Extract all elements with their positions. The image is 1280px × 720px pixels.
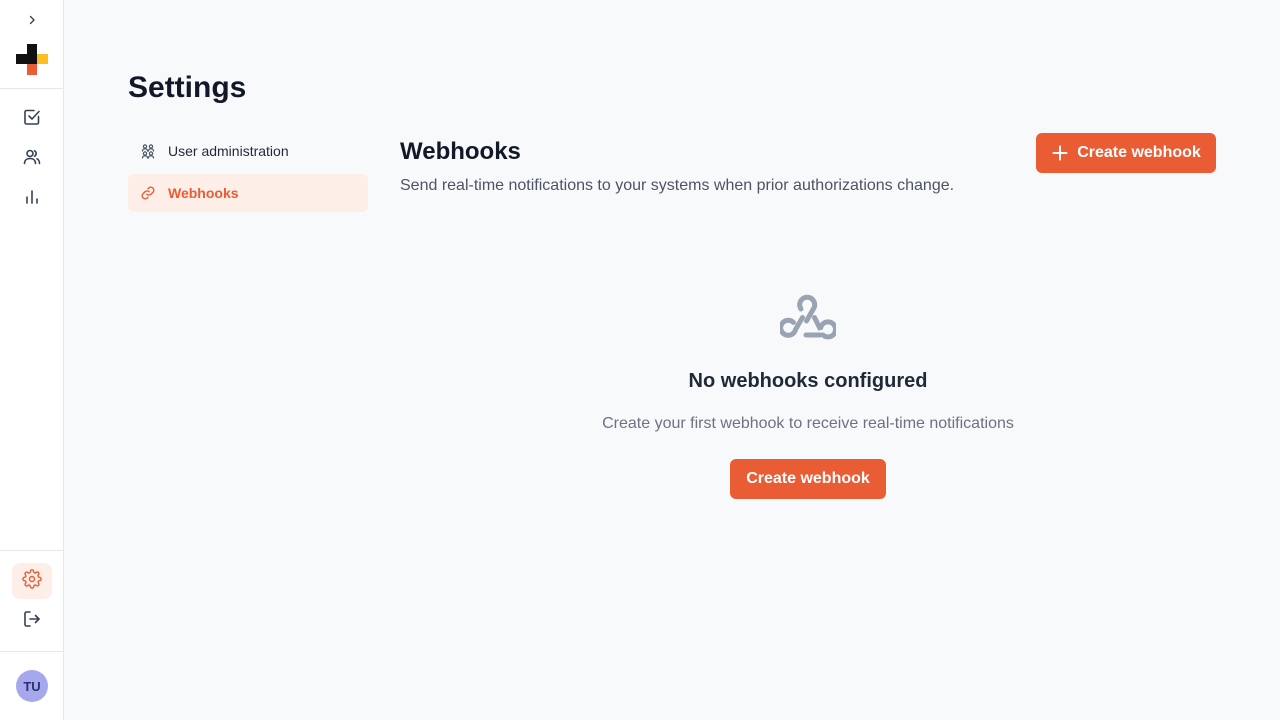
logout-icon xyxy=(22,609,42,634)
empty-state-button-label: Create webhook xyxy=(746,470,870,487)
chevron-right-icon[interactable] xyxy=(20,8,44,32)
webhook-icon xyxy=(778,289,838,345)
sidebar-item-logout[interactable] xyxy=(12,603,52,639)
sidebar-item-settings[interactable] xyxy=(12,563,52,599)
avatar[interactable]: TU xyxy=(16,670,48,702)
page-title: Settings xyxy=(128,71,247,104)
sidebar-divider xyxy=(0,550,64,551)
empty-state-create-webhook-button[interactable]: Create webhook xyxy=(730,459,886,499)
checkbox-icon xyxy=(22,107,42,132)
section-description: Send real-time notifications to your sys… xyxy=(400,177,955,194)
settings-nav-webhooks[interactable]: Webhooks xyxy=(128,174,368,212)
plus-icon xyxy=(1051,144,1069,162)
create-webhook-button[interactable]: Create webhook xyxy=(1036,133,1216,173)
link-icon xyxy=(140,185,156,201)
user-group-icon xyxy=(140,143,156,159)
settings-nav-label: User administration xyxy=(168,143,289,159)
settings-nav-label: Webhooks xyxy=(168,185,239,201)
sidebar-divider xyxy=(0,88,64,89)
sidebar-divider xyxy=(0,651,64,652)
bar-chart-icon xyxy=(22,187,42,212)
sidebar-item-analytics[interactable] xyxy=(12,181,52,217)
empty-state-title: No webhooks configured xyxy=(688,370,928,392)
gear-icon xyxy=(22,568,42,594)
sidebar-item-users[interactable] xyxy=(12,141,52,177)
empty-state-description: Create your first webhook to receive rea… xyxy=(602,415,1014,432)
avatar-initials: TU xyxy=(23,678,41,694)
sidebar-item-tasks[interactable] xyxy=(12,101,52,137)
app-logo[interactable] xyxy=(16,44,48,76)
sidebar: TU xyxy=(0,0,64,720)
settings-nav-user-administration[interactable]: User administration xyxy=(128,132,368,170)
settings-nav: User administration Webhooks xyxy=(128,132,368,216)
section-title: Webhooks xyxy=(400,138,521,165)
create-webhook-label: Create webhook xyxy=(1077,144,1201,161)
users-icon xyxy=(22,147,42,172)
